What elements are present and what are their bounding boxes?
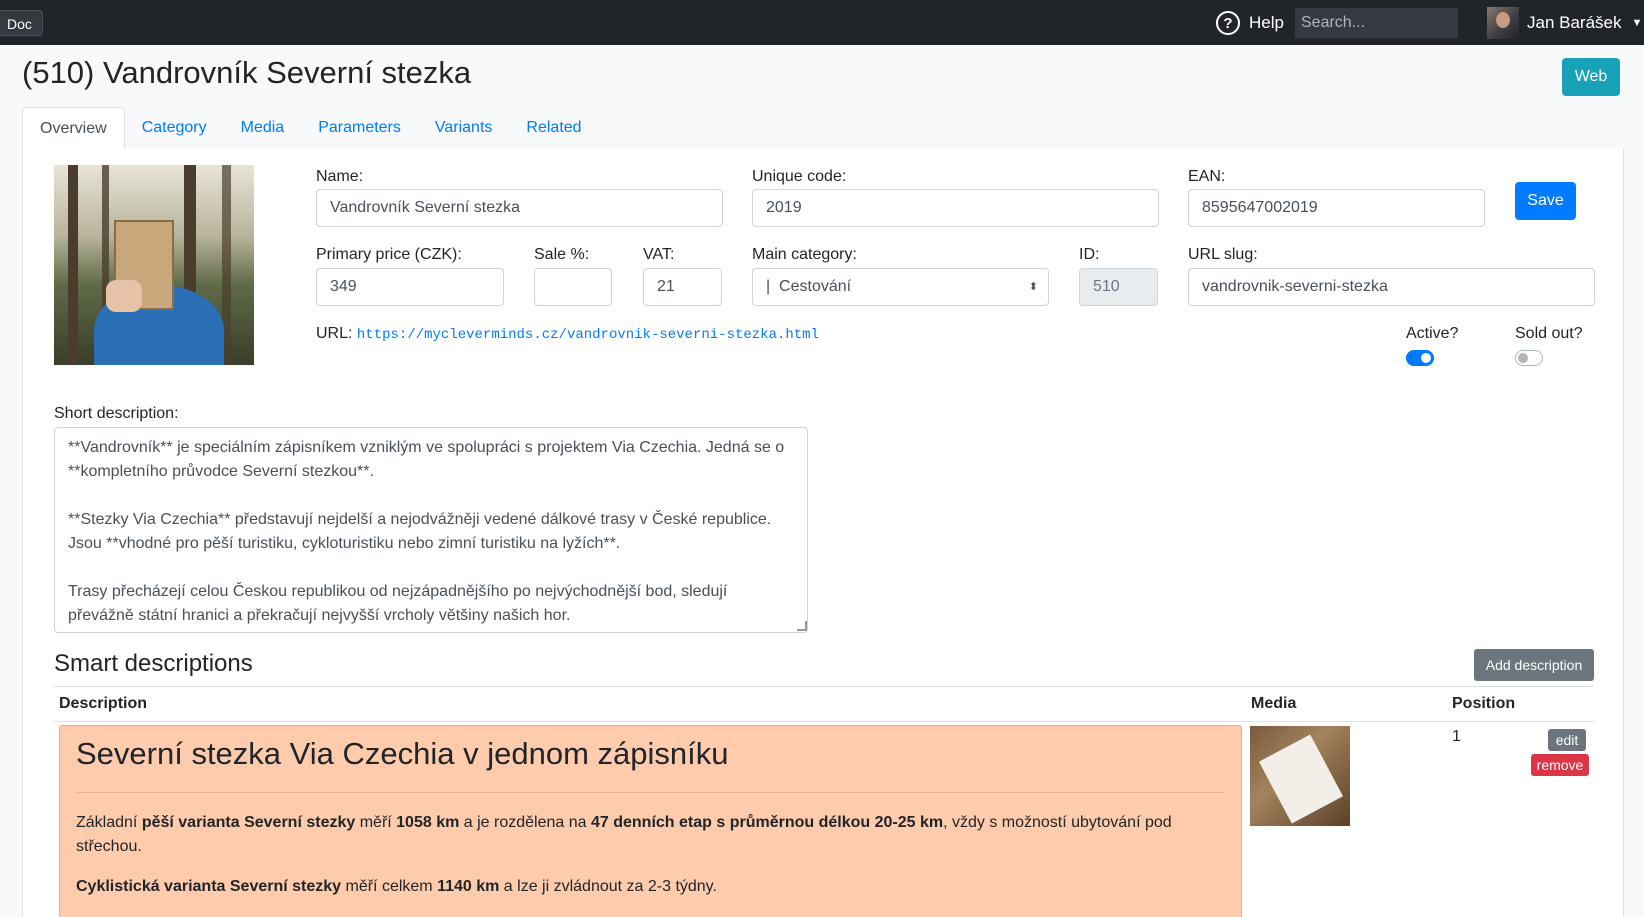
product-url-link[interactable]: https://mycleverminds.cz/vandrovnik-seve… <box>357 327 819 343</box>
unique-code-label: Unique code: <box>752 168 847 185</box>
position-value: 1 <box>1452 728 1461 745</box>
main-category-label: Main category: <box>752 246 857 263</box>
product-image <box>54 165 254 365</box>
select-arrows-icon: ⬍ <box>1028 281 1038 293</box>
short-description-textarea[interactable]: **Vandrovník** je speciálním zápisníkem … <box>54 427 808 633</box>
active-label: Active? <box>1406 325 1459 342</box>
doc-button[interactable]: Doc <box>0 10 43 36</box>
primary-price-label: Primary price (CZK): <box>316 246 462 263</box>
tab-parameters[interactable]: Parameters <box>301 107 418 149</box>
help-label: Help <box>1249 13 1284 32</box>
unique-code-field[interactable]: 2019 <box>752 189 1159 227</box>
url-label: URL: <box>316 325 353 342</box>
tab-overview[interactable]: Overview <box>22 107 125 149</box>
table-header: Description Media Position <box>54 686 1594 722</box>
top-navbar: Doc ? Help Jan Barášek ▼ <box>0 0 1644 45</box>
ean-field[interactable]: 8595647002019 <box>1188 189 1485 227</box>
tab-related[interactable]: Related <box>509 107 598 149</box>
active-toggle[interactable] <box>1406 350 1434 366</box>
vat-label: VAT: <box>643 246 675 263</box>
product-url: URL: https://mycleverminds.cz/vandrovnik… <box>316 325 819 343</box>
remove-button[interactable]: remove <box>1531 754 1589 776</box>
smart-description-paragraph: Základní pěší varianta Severní stezky mě… <box>76 814 1172 855</box>
sale-label: Sale %: <box>534 246 590 263</box>
user-name: Jan Barášek <box>1527 13 1622 32</box>
primary-price-field[interactable]: 349 <box>316 268 504 306</box>
column-description: Description <box>59 695 148 712</box>
main-category-select[interactable]: | Cestování ⬍ <box>752 268 1049 306</box>
column-position: Position <box>1452 695 1516 712</box>
edit-button[interactable]: edit <box>1548 729 1586 751</box>
name-label: Name: <box>316 168 364 185</box>
short-desc-label: Short description: <box>54 405 179 422</box>
sold-out-label: Sold out? <box>1515 325 1583 342</box>
vat-field[interactable]: 21 <box>643 268 722 306</box>
url-slug-field[interactable]: vandrovnik-severni-stezka <box>1188 268 1595 306</box>
column-media: Media <box>1251 695 1297 712</box>
user-menu[interactable]: Jan Barášek ▼ <box>1487 6 1642 40</box>
save-button[interactable]: Save <box>1515 182 1576 220</box>
sold-out-toggle[interactable] <box>1515 350 1543 366</box>
id-field: 510 <box>1079 268 1158 306</box>
smart-description-heading: Severní stezka Via Czechia v jednom zápi… <box>76 736 1225 793</box>
smart-description-media[interactable] <box>1250 726 1350 826</box>
smart-description-paragraph: Cyklistická varianta Severní stezky měří… <box>76 878 717 895</box>
tab-category[interactable]: Category <box>125 107 224 149</box>
sale-field[interactable] <box>534 268 612 306</box>
smart-descriptions-title: Smart descriptions <box>54 650 253 677</box>
question-circle-icon: ? <box>1216 11 1240 35</box>
smart-description-content: Severní stezka Via Czechia v jednom zápi… <box>59 725 1242 917</box>
add-description-button[interactable]: Add description <box>1474 649 1594 681</box>
web-button[interactable]: Web <box>1562 58 1620 96</box>
search-input[interactable] <box>1295 8 1458 38</box>
caret-down-icon: ▼ <box>1631 17 1643 29</box>
tab-media[interactable]: Media <box>224 107 302 149</box>
id-label: ID: <box>1079 246 1100 263</box>
help-link[interactable]: ? Help <box>1216 10 1284 36</box>
tab-variants[interactable]: Variants <box>418 107 510 149</box>
page-title: (510) Vandrovník Severní stezka <box>22 55 472 90</box>
main-category-value: | Cestování <box>766 278 852 295</box>
resize-handle-icon[interactable] <box>797 621 807 631</box>
url-slug-label: URL slug: <box>1188 246 1258 263</box>
ean-label: EAN: <box>1188 168 1226 185</box>
avatar <box>1487 7 1519 39</box>
name-field[interactable]: Vandrovník Severní stezka <box>316 189 723 227</box>
tab-bar: Overview Category Media Parameters Varia… <box>22 107 1624 149</box>
